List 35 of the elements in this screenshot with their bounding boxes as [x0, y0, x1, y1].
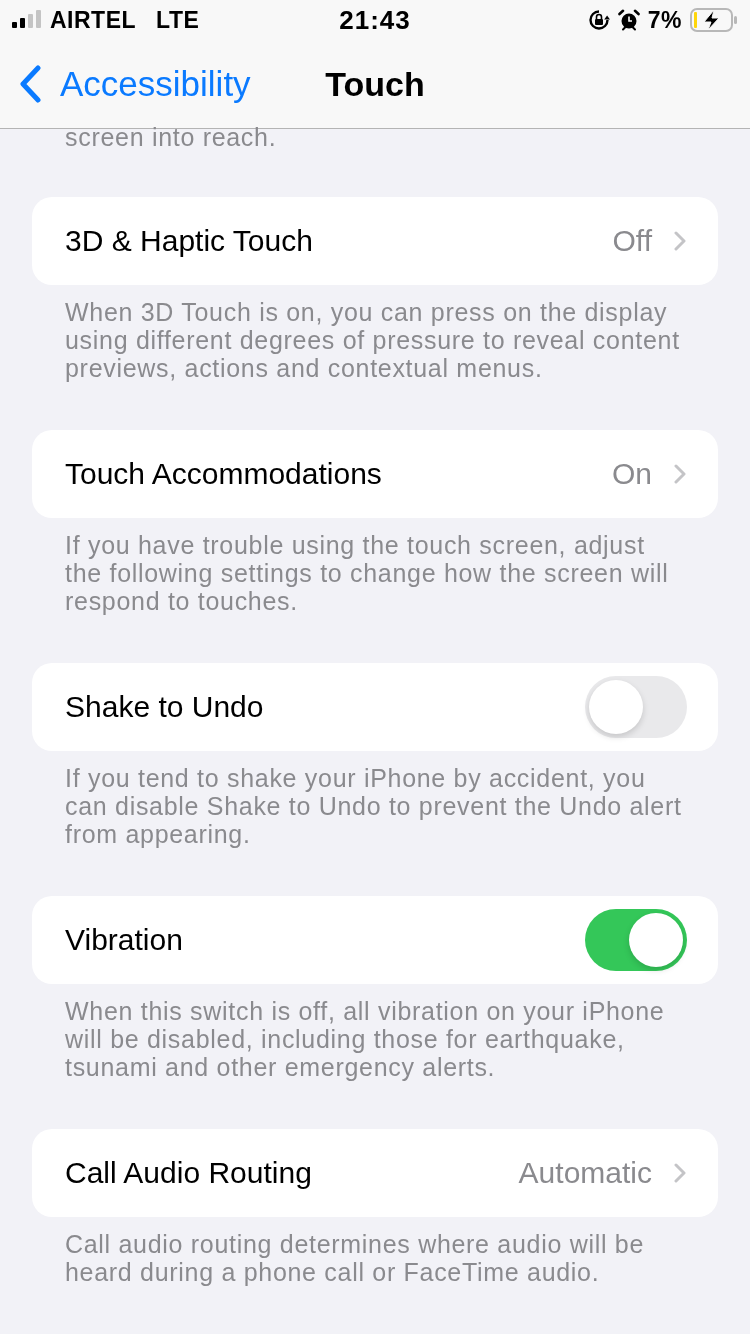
row-value: Off	[612, 224, 652, 258]
status-time: 21:43	[339, 4, 411, 36]
alarm-clock-icon	[617, 9, 640, 31]
settings-row[interactable]: Call Audio Routing Automatic	[32, 1129, 718, 1217]
chevron-right-icon	[674, 1163, 686, 1183]
back-button[interactable]: Accessibility	[0, 64, 251, 104]
settings-row[interactable]: Vibration	[32, 896, 718, 984]
row-label: Touch Accommodations	[65, 457, 382, 491]
settings-row[interactable]: Shake to Undo	[32, 663, 718, 751]
chevron-right-icon	[674, 464, 686, 484]
section-footer-text: When this switch is off, all vibration on your iPhone will be disabled, including those for earthquake, tsunami and other emergency alerts.	[65, 996, 666, 1081]
signal-bars-icon	[12, 10, 42, 28]
toggle-switch[interactable]	[585, 909, 687, 971]
chevron-right-icon	[674, 231, 686, 251]
back-chevron-icon	[18, 65, 42, 103]
settings-row[interactable]: Touch Accommodations On	[32, 430, 718, 518]
rotation-lock-icon	[587, 9, 610, 31]
section-footer-text: Call audio routing determines where audio will be heard during a phone call or FaceTime audio.	[65, 1229, 646, 1286]
section-footer-text: If you have trouble using the touch screen, adjust the following settings to change how the screen will respond to touches.	[65, 530, 670, 615]
battery-percent: 7%	[647, 6, 682, 34]
battery-charging-icon	[690, 8, 738, 32]
row-label: 3D & Haptic Touch	[65, 224, 313, 258]
section-footer-text: If you tend to shake your iPhone by accident, you can disable Shake to Undo to prevent the Undo alert from appearing.	[65, 763, 683, 848]
carrier-name: AIRTEL	[50, 6, 137, 34]
page-title: Touch	[325, 64, 425, 104]
row-value: Automatic	[518, 1156, 652, 1190]
toggle-switch[interactable]	[585, 676, 687, 738]
row-value: On	[611, 457, 652, 491]
settings-row[interactable]: 3D & Haptic Touch Off	[32, 197, 718, 285]
network-type: LTE	[156, 6, 200, 34]
row-label: Shake to Undo	[65, 690, 264, 724]
row-label: Call Audio Routing	[65, 1156, 312, 1190]
row-label: Vibration	[65, 923, 183, 957]
section-footer-text: screen into reach.	[65, 123, 278, 151]
section-footer-text: When 3D Touch is on, you can press on the display using different degrees of pressure to reveal content previews, actions and contextual menus.	[65, 297, 681, 382]
